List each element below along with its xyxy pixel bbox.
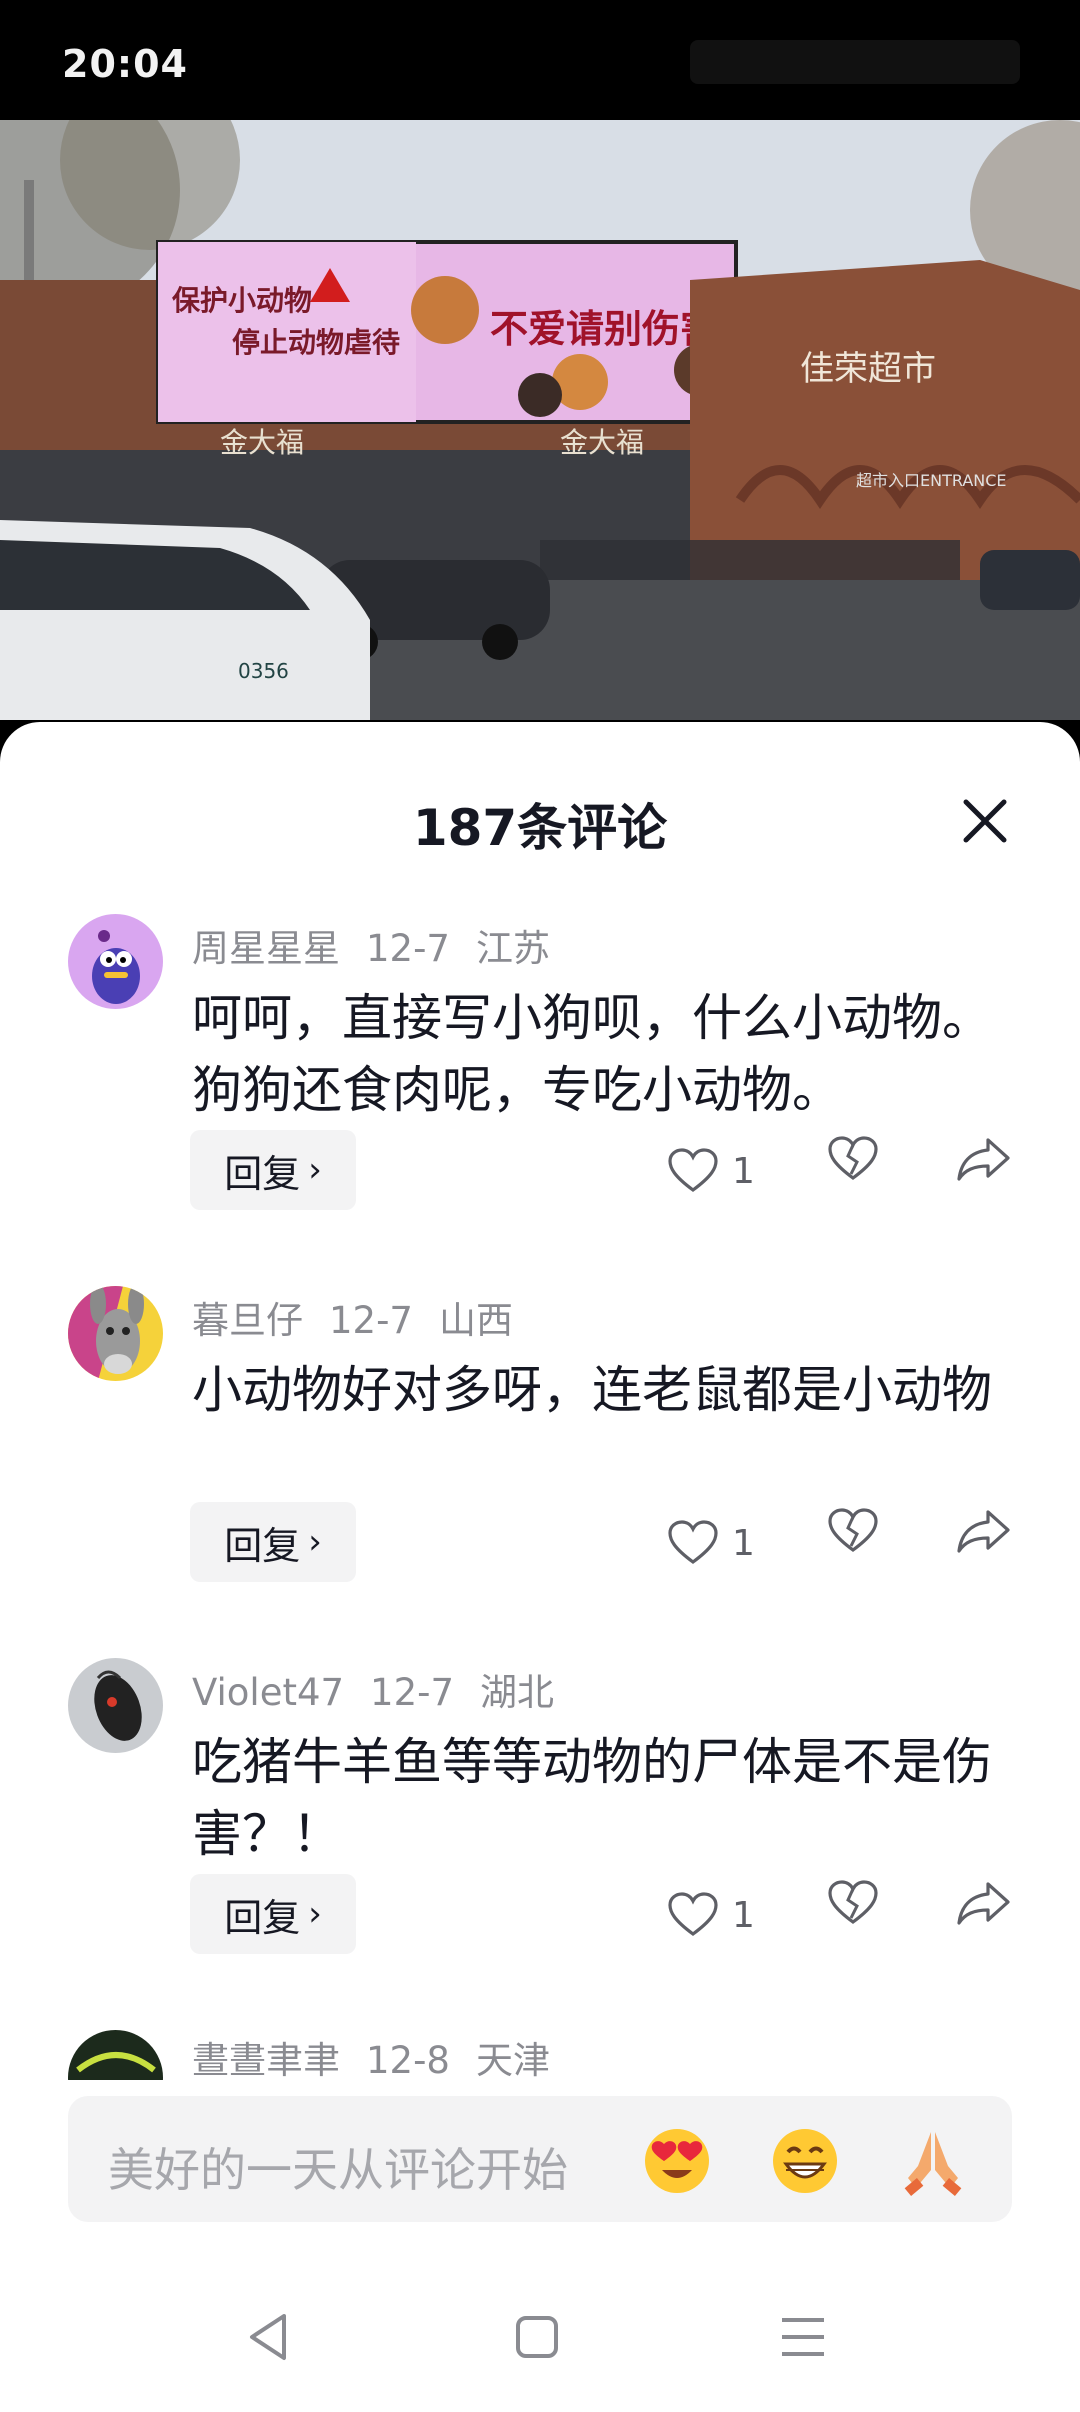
- folded-hands-emoji-icon[interactable]: [898, 2126, 968, 2196]
- share-button[interactable]: [956, 1136, 1016, 1206]
- comments-sheet: 187条评论 周星星星 12-7 江苏 呵呵，直接写小狗呗，什么小动物。狗狗还食肉呢…: [0, 722, 1080, 2412]
- comment-date: 12-7: [370, 1671, 455, 1714]
- like-button[interactable]: 1: [668, 1880, 768, 1950]
- close-icon[interactable]: [952, 788, 1018, 854]
- chevron-right-icon: ›: [308, 1894, 322, 1934]
- comment-username[interactable]: 晝晝聿聿: [192, 2039, 340, 2080]
- status-time: 20:04: [62, 42, 188, 86]
- comment-date: 12-8: [366, 2039, 450, 2080]
- comments-title: 187条评论: [412, 799, 668, 857]
- heart-icon: [668, 1520, 718, 1564]
- comment-location: 湖北: [480, 1671, 555, 1714]
- reply-label: 回复: [224, 1895, 301, 1940]
- share-button[interactable]: [956, 1508, 1016, 1578]
- reply-button[interactable]: 回复 ›: [190, 1874, 356, 1954]
- heart-icon: [668, 1892, 718, 1936]
- share-arrow-icon: [957, 1510, 1010, 1553]
- heart-icon: [668, 1148, 718, 1192]
- broken-heart-icon: [828, 1508, 878, 1552]
- reply-button[interactable]: 回复 ›: [190, 1502, 356, 1582]
- broken-heart-icon: [828, 1880, 878, 1924]
- comment-meta: Violet47 12-7 湖北: [192, 1662, 580, 1716]
- avatar[interactable]: [68, 2030, 163, 2080]
- avatar[interactable]: [68, 1658, 163, 1753]
- comment-date: 12-7: [366, 927, 450, 970]
- comment-meta: 周星星星 12-7 江苏: [192, 918, 576, 972]
- grin-emoji-icon[interactable]: [770, 2126, 840, 2196]
- share-arrow-icon: [957, 1882, 1010, 1925]
- heart-eyes-emoji-icon[interactable]: [642, 2126, 712, 2196]
- comment-input[interactable]: 美好的一天从评论开始: [68, 2096, 1012, 2222]
- sign-text-right: 不爱请别伤害: [490, 307, 718, 351]
- dislike-button[interactable]: [828, 1880, 888, 1950]
- supermarket-sign: 佳荣超市: [800, 349, 936, 389]
- comment-location: 江苏: [475, 927, 550, 970]
- dislike-button[interactable]: [828, 1508, 888, 1578]
- like-count: 1: [732, 1522, 755, 1564]
- chevron-right-icon: ›: [308, 1150, 322, 1190]
- comment-date: 12-7: [329, 1299, 413, 1342]
- store-name-sign: 金大福: [220, 426, 304, 459]
- comment-username[interactable]: 周星星星: [192, 927, 340, 970]
- like-count: 1: [732, 1894, 755, 1936]
- system-nav-bar: [0, 2262, 1080, 2412]
- share-button[interactable]: [956, 1880, 1016, 1950]
- comment-item-partial: 晝晝聿聿 12-8 天津: [0, 2030, 1080, 2080]
- sign-text-left-2: 停止动物虐待: [232, 326, 400, 359]
- comment-location: 天津: [475, 2039, 550, 2080]
- avatar[interactable]: [68, 914, 163, 1009]
- comment-meta: 暮旦仔 12-7 山西: [192, 1290, 539, 1344]
- video-player[interactable]: 保护小动物 停止动物虐待 不爱请别伤害 金大福 金大福 佳荣超市 超市入口ENT…: [0, 120, 1080, 720]
- home-icon[interactable]: [502, 2302, 572, 2372]
- share-arrow-icon: [957, 1138, 1010, 1181]
- comment-input-placeholder: 美好的一天从评论开始: [108, 2143, 568, 2197]
- like-button[interactable]: 1: [668, 1136, 768, 1206]
- car-number: 0356: [238, 659, 289, 683]
- chevron-right-icon: ›: [308, 1522, 322, 1562]
- comment-meta: 晝晝聿聿 12-8 天津: [192, 2030, 576, 2080]
- store-name-sign-2: 金大福: [560, 426, 644, 459]
- comment-location: 山西: [438, 1299, 513, 1342]
- sign-text-left-1: 保护小动物: [172, 284, 312, 317]
- like-count: 1: [732, 1150, 755, 1192]
- comment-text: 呵呵，直接写小狗呗，什么小动物。狗狗还食肉呢，专吃小动物。: [192, 989, 992, 1119]
- avatar[interactable]: [68, 1286, 163, 1381]
- reply-label: 回复: [224, 1523, 301, 1568]
- status-icons: [690, 40, 1020, 84]
- broken-heart-icon: [828, 1136, 878, 1180]
- video-frame: 保护小动物 停止动物虐待 不爱请别伤害 金大福 金大福 佳荣超市 超市入口ENT…: [0, 120, 1080, 720]
- reply-label: 回复: [224, 1151, 301, 1196]
- reply-button[interactable]: 回复 ›: [190, 1130, 356, 1210]
- like-button[interactable]: 1: [668, 1508, 768, 1578]
- menu-icon[interactable]: [768, 2302, 838, 2372]
- comment-text: 吃猪牛羊鱼等等动物的尸体是不是伤害？！: [192, 1733, 992, 1863]
- comment-username[interactable]: 暮旦仔: [192, 1299, 303, 1342]
- entrance-sign: 超市入口ENTRANCE: [856, 471, 1007, 490]
- comment-username[interactable]: Violet47: [192, 1671, 344, 1714]
- back-icon[interactable]: [234, 2302, 304, 2372]
- status-bar: 20:04: [0, 0, 1080, 120]
- comment-text: 小动物好对多呀，连老鼠都是小动物: [192, 1361, 992, 1419]
- dislike-button[interactable]: [828, 1136, 888, 1206]
